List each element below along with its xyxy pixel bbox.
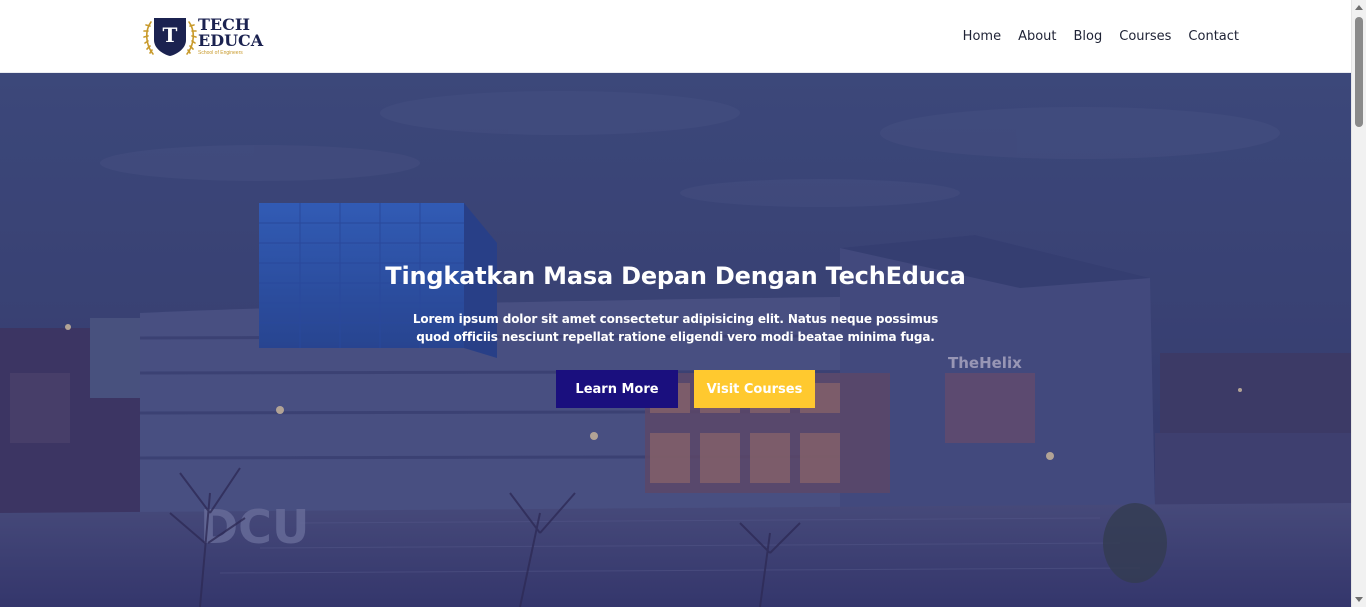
navbar: T TECH EDUCA School of Engineers Home Ab… (0, 0, 1351, 73)
nav-about[interactable]: About (1010, 29, 1065, 44)
shield-emblem-icon: T (142, 14, 198, 58)
brand-logo[interactable]: T TECH EDUCA School of Engineers (142, 14, 263, 58)
hero-button-group: Learn More Visit Courses (556, 370, 815, 408)
scroll-thumb[interactable] (1355, 17, 1363, 127)
hero-section: TheHelix DCU Tingkatkan Masa Depan Denga… (0, 73, 1351, 607)
brand-wordmark: TECH EDUCA School of Engineers (198, 16, 264, 56)
page-scrollbar[interactable] (1351, 0, 1366, 607)
nav-home[interactable]: Home (954, 29, 1009, 44)
hero-description: Lorem ipsum dolor sit amet consectetur a… (412, 312, 939, 344)
nav-blog[interactable]: Blog (1065, 29, 1111, 44)
nav-courses[interactable]: Courses (1111, 29, 1180, 44)
learn-more-button[interactable]: Learn More (556, 370, 678, 408)
scroll-down-arrow-icon[interactable] (1355, 597, 1363, 602)
visit-courses-button[interactable]: Visit Courses (694, 370, 815, 408)
main-nav: Home About Blog Courses Contact (954, 29, 1239, 44)
emblem-letter: T (163, 23, 178, 47)
hero-title: Tingkatkan Masa Depan Dengan TechEduca (385, 262, 966, 290)
nav-contact[interactable]: Contact (1180, 29, 1239, 44)
hero-content: Tingkatkan Masa Depan Dengan TechEduca L… (0, 73, 1351, 607)
scroll-up-arrow-icon[interactable] (1355, 5, 1363, 10)
brand-name-line2: EDUCA (198, 30, 264, 50)
brand-tagline: School of Engineers (198, 49, 243, 56)
